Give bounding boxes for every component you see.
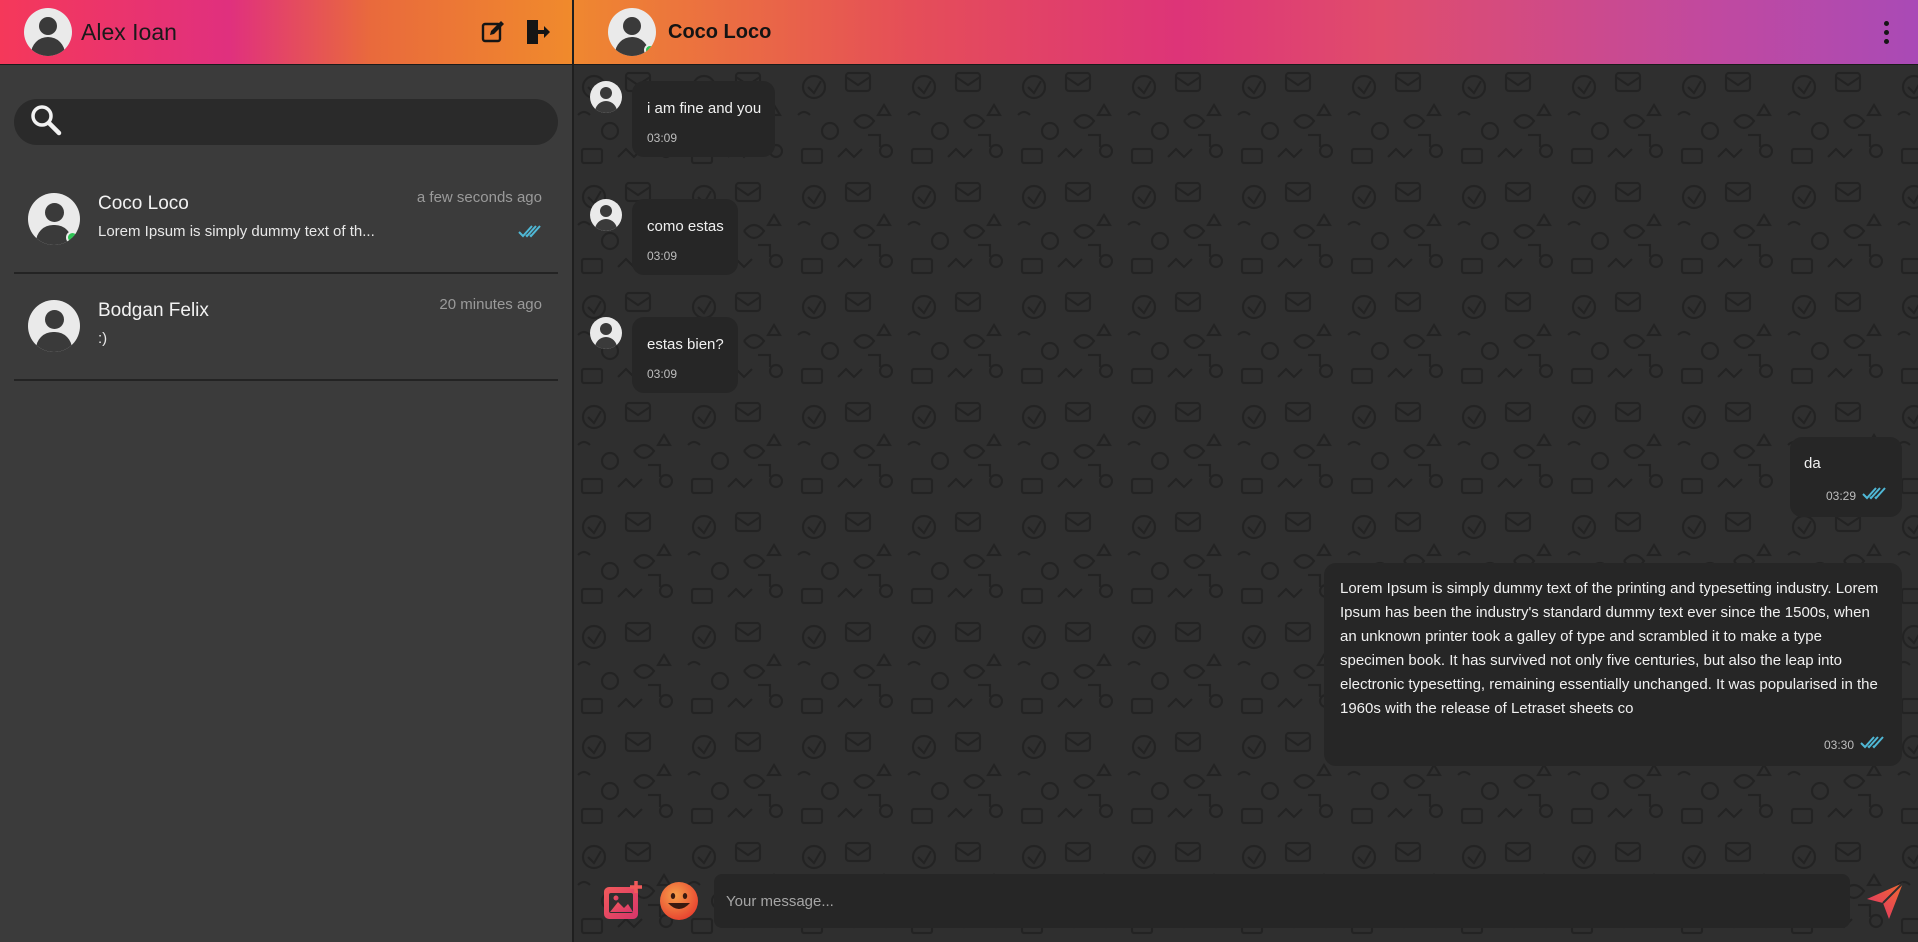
incoming-message: estas bien? 03:09 [590, 317, 738, 393]
message-list: i am fine and you 03:09 como estas 03:09… [574, 65, 1918, 855]
new-chat-edit-icon[interactable] [478, 17, 508, 47]
message-text: estas bien? [647, 336, 724, 353]
chat-time: 20 minutes ago [439, 296, 542, 313]
online-status-dot [644, 44, 656, 56]
chat-header: Coco Loco [574, 0, 1918, 65]
logout-icon[interactable] [522, 17, 552, 47]
chat-list-item[interactable]: Coco Loco Lorem Ipsum is simply dummy te… [14, 167, 558, 274]
chat-time: a few seconds ago [416, 189, 542, 206]
chat-list: Coco Loco Lorem Ipsum is simply dummy te… [0, 167, 572, 381]
sidebar-header: Alex Ioan [0, 0, 572, 65]
search-icon [30, 104, 62, 140]
message-text: i am fine and you [647, 100, 762, 117]
message-input[interactable] [714, 874, 1850, 928]
online-status-dot [66, 231, 79, 244]
message-text: Lorem Ipsum is simply dummy text of the … [1340, 580, 1879, 717]
message-time: 03:09 [647, 249, 678, 263]
chat-contact-name: Coco Loco [668, 20, 772, 43]
user-name: Alex Ioan [81, 18, 177, 45]
message-time: 03:30 [1823, 737, 1854, 752]
contact-avatar[interactable] [608, 8, 656, 56]
contact-avatar [28, 300, 80, 352]
contact-avatar [590, 81, 622, 113]
contact-avatar [590, 199, 622, 231]
sidebar: Alex Ioan Coco Loco Lorem Ipsum is simpl… [0, 0, 574, 942]
outgoing-message[interactable]: da 03:29 [1790, 437, 1902, 517]
double-check-icon [1862, 486, 1888, 505]
contact-avatar [590, 317, 622, 349]
contact-avatar [28, 193, 80, 245]
more-vert-icon[interactable] [1874, 17, 1898, 47]
chat-list-item[interactable]: Bodgan Felix :) 20 minutes ago [14, 274, 558, 381]
message-time: 03:09 [647, 367, 678, 381]
message-bubble[interactable]: estas bien? 03:09 [632, 317, 738, 393]
message-text: como estas [647, 218, 724, 235]
double-check-icon [518, 223, 542, 242]
message-bubble[interactable]: como estas 03:09 [632, 199, 738, 275]
chat-preview: :) [98, 330, 108, 347]
chat-panel: Coco Loco i am fine and you 03:09 como e… [574, 0, 1918, 942]
message-composer [574, 860, 1918, 942]
app: Alex Ioan Coco Loco Lorem Ipsum is simpl… [0, 0, 1918, 942]
user-avatar[interactable] [24, 8, 72, 56]
message-bubble[interactable]: i am fine and you 03:09 [632, 81, 776, 157]
send-icon[interactable] [1864, 880, 1906, 922]
message-text: da [1804, 455, 1821, 472]
add-image-icon[interactable] [602, 880, 644, 922]
incoming-message: como estas 03:09 [590, 199, 738, 275]
chat-preview: Lorem Ipsum is simply dummy text of th..… [98, 223, 375, 240]
outgoing-message[interactable]: Lorem Ipsum is simply dummy text of the … [1324, 563, 1902, 766]
search-input[interactable] [72, 99, 558, 145]
emoji-icon[interactable] [658, 880, 700, 922]
search-bar [14, 99, 558, 145]
message-time: 03:09 [647, 131, 678, 145]
message-time: 03:29 [1825, 488, 1856, 503]
double-check-icon [1860, 735, 1886, 754]
incoming-message: i am fine and you 03:09 [590, 81, 776, 157]
